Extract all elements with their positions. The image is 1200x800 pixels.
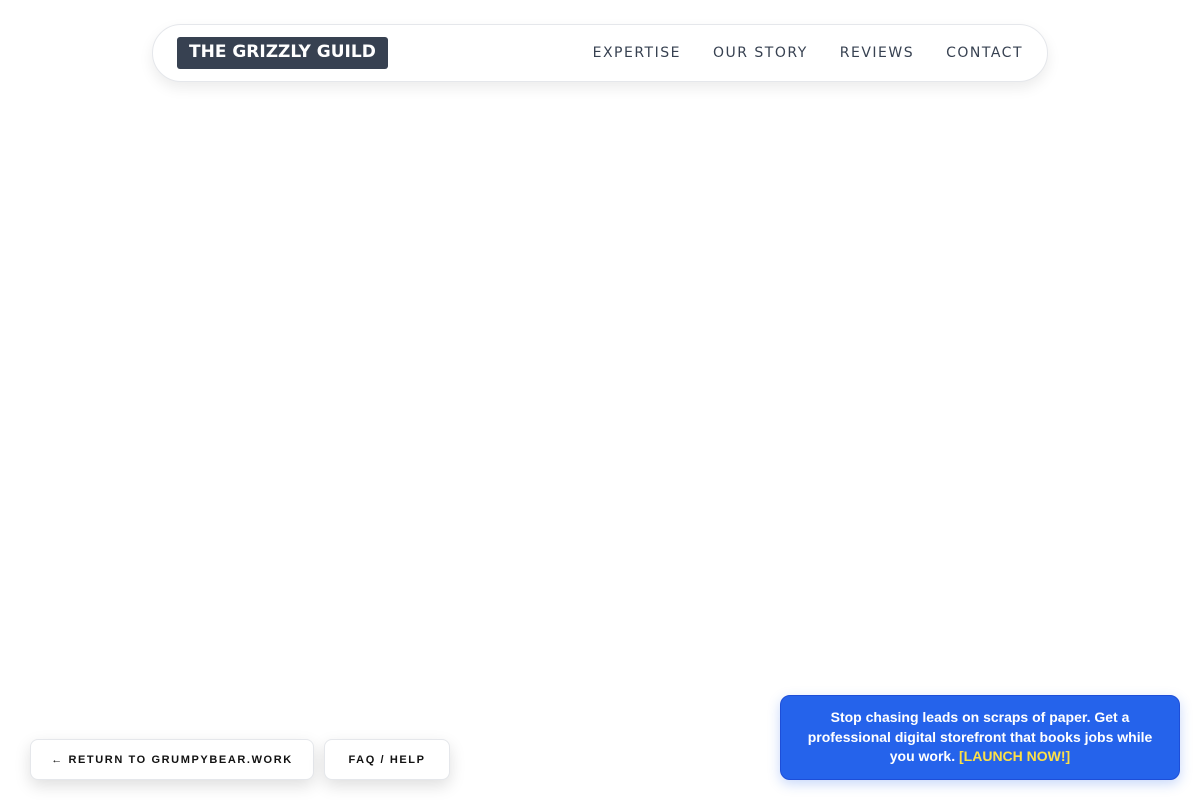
nav-link-expertise[interactable]: EXPERTISE — [593, 45, 681, 61]
site-logo[interactable]: THE GRIZZLY GUILD — [177, 37, 388, 69]
promo-banner: Stop chasing leads on scraps of paper. G… — [780, 695, 1180, 780]
return-to-grumpybear-button[interactable]: ← RETURN TO GRUMPYBEAR.WORK — [30, 739, 314, 780]
nav-link-reviews[interactable]: REVIEWS — [840, 45, 914, 61]
nav-link-our-story[interactable]: OUR STORY — [713, 45, 808, 61]
nav-link-contact[interactable]: CONTACT — [946, 45, 1023, 61]
nav-links: EXPERTISE OUR STORY REVIEWS CONTACT — [593, 25, 1023, 81]
faq-help-button[interactable]: FAQ / HELP — [324, 739, 450, 780]
site-navbar: THE GRIZZLY GUILD EXPERTISE OUR STORY RE… — [152, 24, 1048, 82]
launch-now-link[interactable]: [LAUNCH NOW!] — [959, 748, 1070, 764]
